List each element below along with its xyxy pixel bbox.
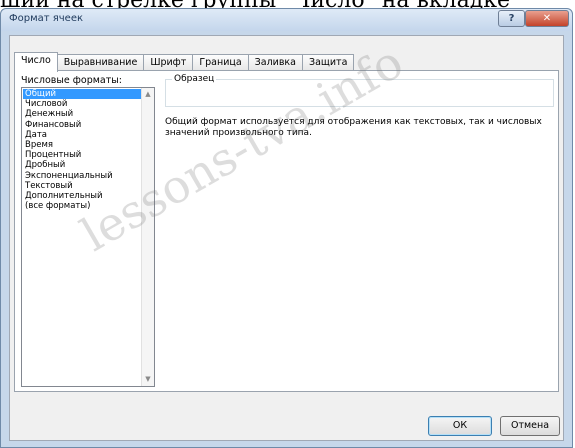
sample-group: Образец bbox=[165, 74, 554, 107]
list-item-fraction[interactable]: Дробный bbox=[23, 160, 141, 170]
cancel-button[interactable]: Отмена bbox=[500, 416, 560, 436]
dialog-client-area: Число Выравнивание Шрифт Граница Заливка… bbox=[9, 35, 564, 441]
list-item-special[interactable]: Дополнительный bbox=[23, 191, 141, 201]
tab-number[interactable]: Число bbox=[14, 52, 58, 72]
tab-alignment[interactable]: Выравнивание bbox=[56, 54, 145, 71]
scroll-down-icon[interactable]: ▼ bbox=[142, 373, 154, 386]
list-item-text[interactable]: Текстовый bbox=[23, 181, 141, 191]
formats-list[interactable]: Общий Числовой Денежный Финансовый Дата … bbox=[21, 87, 155, 387]
list-item-scientific[interactable]: Экспоненциальный bbox=[23, 171, 141, 181]
help-icon[interactable]: ? bbox=[498, 10, 525, 27]
list-item-number[interactable]: Числовой bbox=[23, 99, 141, 109]
ok-button[interactable]: ОК bbox=[428, 416, 492, 436]
list-item-currency[interactable]: Денежный bbox=[23, 109, 141, 119]
format-description: Общий формат используется для отображени… bbox=[165, 117, 542, 138]
list-item-custom[interactable]: (все форматы) bbox=[23, 201, 141, 211]
tab-fill[interactable]: Заливка bbox=[247, 54, 303, 71]
list-item-date[interactable]: Дата bbox=[23, 130, 141, 140]
tab-panel-number: Числовые форматы: Общий Числовой Денежны… bbox=[14, 70, 559, 392]
tab-protection[interactable]: Защита bbox=[302, 54, 355, 71]
formats-label: Числовые форматы: bbox=[21, 75, 122, 86]
dialog-title: Формат ячеек bbox=[9, 13, 84, 24]
tab-border[interactable]: Граница bbox=[192, 54, 249, 71]
list-item-general[interactable]: Общий bbox=[23, 89, 141, 100]
list-item-time[interactable]: Время bbox=[23, 140, 141, 150]
list-item-percentage[interactable]: Процентный bbox=[23, 150, 141, 160]
sample-label: Образец bbox=[172, 74, 217, 84]
scroll-up-icon[interactable]: ▲ bbox=[142, 88, 154, 101]
formats-scrollbar[interactable]: ▲ ▼ bbox=[141, 88, 154, 386]
close-icon[interactable]: ✕ bbox=[525, 10, 569, 27]
formats-list-items: Общий Числовой Денежный Финансовый Дата … bbox=[23, 89, 141, 211]
format-cells-dialog: Формат ячеек ? ✕ Число Выравнивание Шриф… bbox=[0, 8, 573, 448]
tab-strip: Число Выравнивание Шрифт Граница Заливка… bbox=[14, 52, 355, 72]
tab-font[interactable]: Шрифт bbox=[143, 54, 194, 71]
title-bar[interactable]: Формат ячеек ? ✕ bbox=[1, 9, 572, 31]
list-item-accounting[interactable]: Финансовый bbox=[23, 120, 141, 130]
